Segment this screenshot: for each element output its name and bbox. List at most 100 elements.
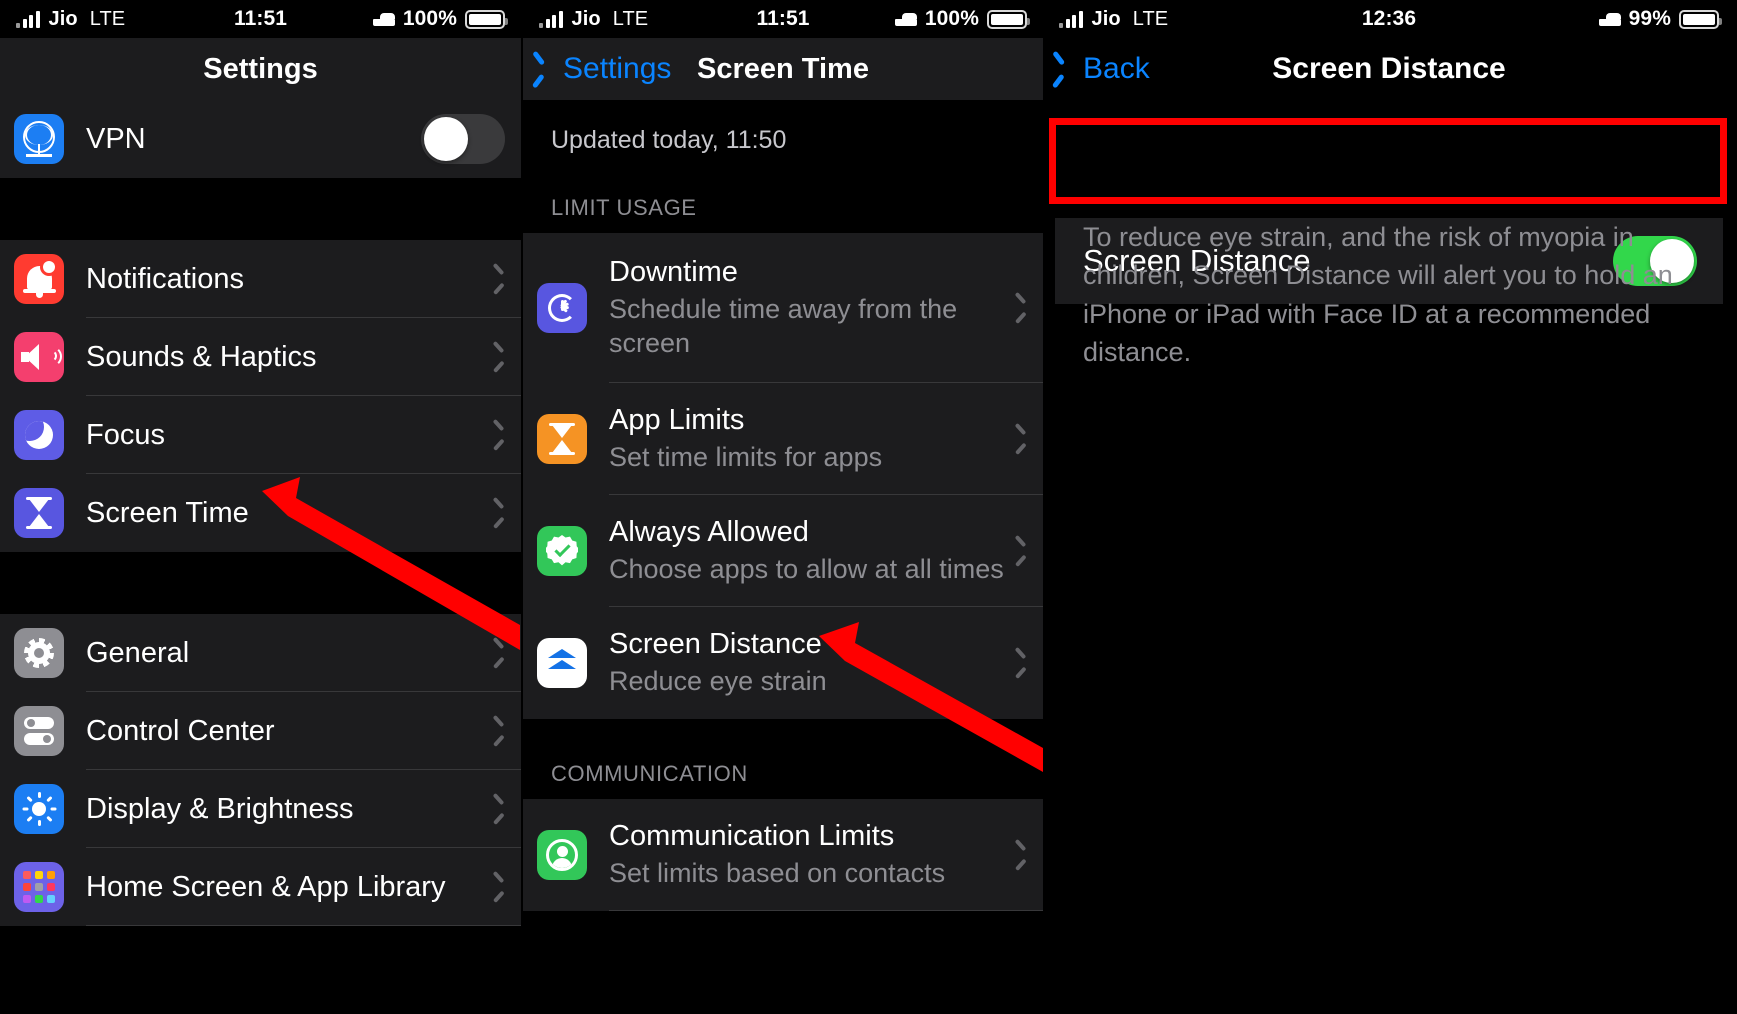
- moon-icon: [14, 410, 64, 460]
- app-grid-icon: [14, 862, 64, 912]
- group-spacer: [0, 552, 521, 614]
- downtime-icon: [537, 283, 587, 333]
- bed-icon: [1598, 12, 1621, 26]
- battery-icon: [1679, 9, 1722, 29]
- vpn-toggle[interactable]: [421, 114, 505, 164]
- status-bar-settings: Jio LTE 11:51 100%: [0, 0, 521, 38]
- status-right: 100%: [372, 7, 508, 31]
- status-left: Jio LTE: [1059, 8, 1168, 31]
- carrier-label: Jio: [48, 7, 78, 30]
- row-label: Screen Time: [86, 496, 249, 529]
- chevron-right-icon: [494, 643, 505, 663]
- panel-screen-time: Jio LTE 11:51 100% Settings Screen Time …: [523, 0, 1043, 1014]
- check-badge-icon: [537, 526, 587, 576]
- chevron-right-icon: [494, 347, 505, 367]
- back-button-settings[interactable]: Settings: [541, 52, 671, 86]
- chevron-right-icon: [1016, 653, 1027, 673]
- settings-row-display[interactable]: Display & Brightness: [0, 770, 521, 848]
- screen-distance-icon: [537, 638, 587, 688]
- network-label: LTE: [89, 7, 126, 30]
- settings-row-home-screen[interactable]: Home Screen & App Library: [0, 848, 521, 926]
- section-header-communication: COMMUNICATION: [523, 719, 1043, 799]
- gear-icon: [14, 628, 64, 678]
- person-circle-icon: [537, 830, 587, 880]
- carrier-label: Jio: [571, 7, 601, 30]
- settings-row-notifications[interactable]: Notifications: [0, 240, 521, 318]
- signal-bars-icon: [539, 10, 563, 28]
- chevron-right-icon: [1016, 845, 1027, 865]
- chevron-right-icon: [494, 425, 505, 445]
- sun-icon: [14, 784, 64, 834]
- battery-percent: 100%: [402, 7, 457, 30]
- section-header-limit-usage: LIMIT USAGE: [523, 169, 1043, 233]
- settings-row-general[interactable]: General: [0, 614, 521, 692]
- navbar-settings: Settings: [0, 38, 521, 100]
- signal-bars-icon: [1059, 10, 1083, 28]
- row-label: Notifications: [86, 262, 244, 295]
- row-label: Sounds & Haptics: [86, 340, 317, 373]
- page-title: Settings: [203, 52, 318, 85]
- status-bar-screen-distance: Jio LTE 12:36 99%: [1043, 0, 1735, 38]
- screen-time-row-app-limits[interactable]: App Limits Set time limits for apps: [523, 383, 1043, 495]
- screenshot-root: Jio LTE 11:51 100% Settings VPN Notifica…: [0, 0, 1737, 1014]
- row-label: General: [86, 636, 190, 669]
- panel-screen-distance: Jio LTE 12:36 99% Back Screen Distance S…: [1043, 0, 1735, 1014]
- settings-row-focus[interactable]: Focus: [0, 396, 521, 474]
- row-title: Communication Limits: [609, 819, 895, 852]
- row-label: VPN: [86, 122, 146, 155]
- screen-time-row-downtime[interactable]: Downtime Schedule time away from the scr…: [523, 233, 1043, 383]
- back-button-label: Back: [1083, 52, 1150, 85]
- navbar-screen-time: Settings Screen Time: [523, 38, 1043, 100]
- chevron-right-icon: [494, 721, 505, 741]
- bed-icon: [894, 12, 917, 26]
- bed-icon: [372, 12, 395, 26]
- settings-row-sounds[interactable]: Sounds & Haptics: [0, 318, 521, 396]
- row-title: Always Allowed: [609, 515, 809, 548]
- panel-settings: Jio LTE 11:51 100% Settings VPN Notifica…: [0, 0, 521, 1014]
- settings-group-system: General Control Center Display & Brightn…: [0, 614, 521, 926]
- battery-percent: 100%: [924, 7, 979, 30]
- globe-icon: [14, 114, 64, 164]
- screen-distance-description: To reduce eye strain, and the risk of my…: [1083, 222, 1673, 367]
- chevron-right-icon: [494, 269, 505, 289]
- chevron-right-icon: [494, 503, 505, 523]
- row-subtitle: Schedule time away from the screen: [609, 293, 958, 358]
- chevron-right-icon: [1016, 298, 1027, 318]
- settings-group-main: Notifications Sounds & Haptics Focus Scr…: [0, 240, 521, 552]
- chevron-left-icon: [541, 57, 556, 82]
- status-left: Jio LTE: [539, 8, 648, 31]
- screen-time-row-always-allowed[interactable]: Always Allowed Choose apps to allow at a…: [523, 495, 1043, 607]
- row-label: Home Screen & App Library: [86, 870, 446, 903]
- battery-icon: [465, 9, 508, 29]
- status-right: 99%: [1598, 7, 1722, 31]
- updated-timestamp: Updated today, 11:50: [523, 100, 1043, 169]
- back-button[interactable]: Back: [1061, 52, 1150, 86]
- control-center-icon: [14, 706, 64, 756]
- row-label: Display & Brightness: [86, 792, 354, 825]
- row-subtitle: Choose apps to allow at all times: [609, 553, 1004, 584]
- screen-time-row-screen-distance[interactable]: Screen Distance Reduce eye strain: [523, 607, 1043, 719]
- settings-row-screen-time[interactable]: Screen Time: [0, 474, 521, 552]
- row-subtitle: Set limits based on contacts: [609, 857, 946, 888]
- section-limit-usage: Downtime Schedule time away from the scr…: [523, 233, 1043, 719]
- section-communication: Communication Limits Set limits based on…: [523, 799, 1043, 911]
- row-label: Focus: [86, 418, 165, 451]
- row-title: Screen Distance: [609, 627, 822, 660]
- row-label: Control Center: [86, 714, 275, 747]
- battery-percent: 99%: [1628, 7, 1671, 30]
- hourglass-orange-icon: [537, 414, 587, 464]
- hourglass-icon: [14, 488, 64, 538]
- status-bar-screen-time: Jio LTE 11:51 100%: [523, 0, 1043, 38]
- settings-row-vpn[interactable]: VPN: [0, 100, 521, 178]
- chevron-right-icon: [494, 877, 505, 897]
- row-subtitle: Reduce eye strain: [609, 665, 827, 696]
- screen-time-row-communication-limits[interactable]: Communication Limits Set limits based on…: [523, 799, 1043, 911]
- group-spacer: [0, 178, 521, 240]
- status-left: Jio LTE: [16, 8, 125, 31]
- chevron-right-icon: [494, 799, 505, 819]
- status-right: 100%: [894, 7, 1030, 31]
- row-title: Downtime: [609, 255, 738, 288]
- back-button-label: Settings: [563, 52, 672, 85]
- navbar-screen-distance: Back Screen Distance: [1043, 38, 1735, 100]
- settings-row-control-center[interactable]: Control Center: [0, 692, 521, 770]
